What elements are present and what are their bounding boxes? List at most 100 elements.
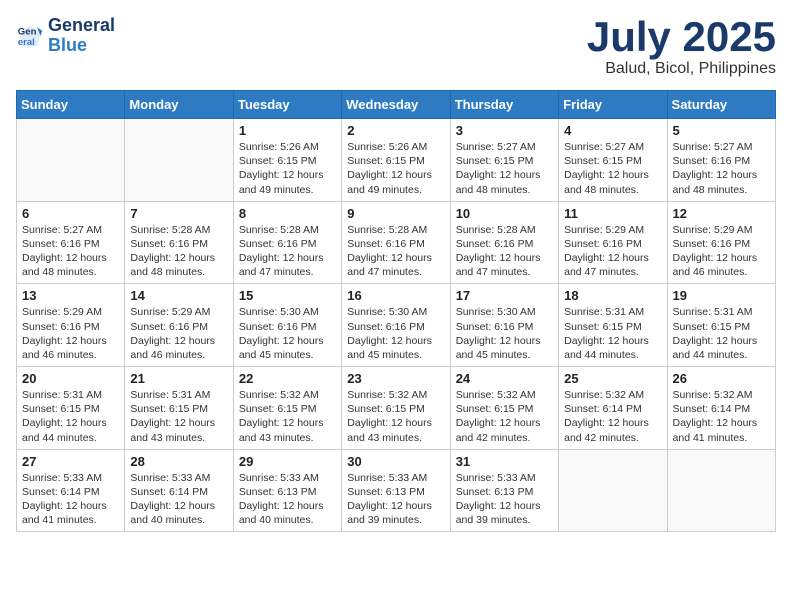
calendar-subtitle: Balud, Bicol, Philippines: [587, 60, 776, 78]
day-info: Sunrise: 5:32 AM Sunset: 6:15 PM Dayligh…: [456, 388, 553, 445]
day-info: Sunrise: 5:29 AM Sunset: 6:16 PM Dayligh…: [22, 305, 119, 362]
day-info: Sunrise: 5:29 AM Sunset: 6:16 PM Dayligh…: [673, 223, 770, 280]
calendar-table: SundayMondayTuesdayWednesdayThursdayFrid…: [16, 90, 776, 532]
day-info: Sunrise: 5:28 AM Sunset: 6:16 PM Dayligh…: [347, 223, 444, 280]
calendar-week-row: 27 Sunrise: 5:33 AM Sunset: 6:14 PM Dayli…: [17, 449, 776, 532]
day-number: 29: [239, 454, 336, 469]
day-number: 30: [347, 454, 444, 469]
calendar-cell: 23 Sunrise: 5:32 AM Sunset: 6:15 PM Dayli…: [342, 367, 450, 450]
calendar-cell: 11 Sunrise: 5:29 AM Sunset: 6:16 PM Dayli…: [559, 201, 667, 284]
calendar-week-row: 20 Sunrise: 5:31 AM Sunset: 6:15 PM Dayli…: [17, 367, 776, 450]
weekday-header-thursday: Thursday: [450, 91, 558, 119]
day-number: 8: [239, 206, 336, 221]
svg-text:Gen: Gen: [18, 26, 37, 37]
day-info: Sunrise: 5:28 AM Sunset: 6:16 PM Dayligh…: [456, 223, 553, 280]
title-block: July 2025 Balud, Bicol, Philippines: [587, 16, 776, 78]
day-info: Sunrise: 5:33 AM Sunset: 6:13 PM Dayligh…: [347, 471, 444, 528]
day-info: Sunrise: 5:31 AM Sunset: 6:15 PM Dayligh…: [673, 305, 770, 362]
page-header: Gen eral General Blue July 2025 Balud, B…: [16, 16, 776, 78]
day-number: 13: [22, 288, 119, 303]
day-number: 2: [347, 123, 444, 138]
day-number: 4: [564, 123, 661, 138]
day-number: 14: [130, 288, 227, 303]
day-number: 17: [456, 288, 553, 303]
day-number: 31: [456, 454, 553, 469]
day-number: 23: [347, 371, 444, 386]
day-number: 24: [456, 371, 553, 386]
day-number: 21: [130, 371, 227, 386]
day-number: 5: [673, 123, 770, 138]
day-info: Sunrise: 5:27 AM Sunset: 6:16 PM Dayligh…: [22, 223, 119, 280]
day-number: 10: [456, 206, 553, 221]
day-number: 19: [673, 288, 770, 303]
calendar-cell: 5 Sunrise: 5:27 AM Sunset: 6:16 PM Daylig…: [667, 119, 775, 202]
calendar-cell: 3 Sunrise: 5:27 AM Sunset: 6:15 PM Daylig…: [450, 119, 558, 202]
weekday-header-tuesday: Tuesday: [233, 91, 341, 119]
day-number: 9: [347, 206, 444, 221]
day-info: Sunrise: 5:30 AM Sunset: 6:16 PM Dayligh…: [456, 305, 553, 362]
calendar-cell: 7 Sunrise: 5:28 AM Sunset: 6:16 PM Daylig…: [125, 201, 233, 284]
calendar-cell: 9 Sunrise: 5:28 AM Sunset: 6:16 PM Daylig…: [342, 201, 450, 284]
day-info: Sunrise: 5:28 AM Sunset: 6:16 PM Dayligh…: [130, 223, 227, 280]
calendar-cell: 4 Sunrise: 5:27 AM Sunset: 6:15 PM Daylig…: [559, 119, 667, 202]
day-info: Sunrise: 5:31 AM Sunset: 6:15 PM Dayligh…: [130, 388, 227, 445]
calendar-cell: 27 Sunrise: 5:33 AM Sunset: 6:14 PM Dayli…: [17, 449, 125, 532]
day-number: 20: [22, 371, 119, 386]
calendar-cell: 26 Sunrise: 5:32 AM Sunset: 6:14 PM Dayli…: [667, 367, 775, 450]
calendar-cell: 12 Sunrise: 5:29 AM Sunset: 6:16 PM Dayli…: [667, 201, 775, 284]
day-info: Sunrise: 5:29 AM Sunset: 6:16 PM Dayligh…: [564, 223, 661, 280]
logo: Gen eral General Blue: [16, 16, 115, 56]
day-info: Sunrise: 5:31 AM Sunset: 6:15 PM Dayligh…: [564, 305, 661, 362]
day-info: Sunrise: 5:32 AM Sunset: 6:15 PM Dayligh…: [347, 388, 444, 445]
calendar-cell: 17 Sunrise: 5:30 AM Sunset: 6:16 PM Dayli…: [450, 284, 558, 367]
day-number: 15: [239, 288, 336, 303]
calendar-cell: [17, 119, 125, 202]
day-number: 27: [22, 454, 119, 469]
day-number: 3: [456, 123, 553, 138]
svg-text:eral: eral: [18, 37, 35, 48]
calendar-cell: 13 Sunrise: 5:29 AM Sunset: 6:16 PM Dayli…: [17, 284, 125, 367]
day-info: Sunrise: 5:27 AM Sunset: 6:15 PM Dayligh…: [456, 140, 553, 197]
day-number: 22: [239, 371, 336, 386]
day-info: Sunrise: 5:27 AM Sunset: 6:15 PM Dayligh…: [564, 140, 661, 197]
weekday-header-wednesday: Wednesday: [342, 91, 450, 119]
day-number: 11: [564, 206, 661, 221]
weekday-header-monday: Monday: [125, 91, 233, 119]
day-info: Sunrise: 5:33 AM Sunset: 6:13 PM Dayligh…: [239, 471, 336, 528]
logo-name: General Blue: [48, 16, 115, 56]
day-info: Sunrise: 5:27 AM Sunset: 6:16 PM Dayligh…: [673, 140, 770, 197]
calendar-cell: 19 Sunrise: 5:31 AM Sunset: 6:15 PM Dayli…: [667, 284, 775, 367]
day-number: 6: [22, 206, 119, 221]
day-info: Sunrise: 5:28 AM Sunset: 6:16 PM Dayligh…: [239, 223, 336, 280]
calendar-cell: 31 Sunrise: 5:33 AM Sunset: 6:13 PM Dayli…: [450, 449, 558, 532]
logo-icon: Gen eral: [16, 22, 44, 50]
calendar-cell: 8 Sunrise: 5:28 AM Sunset: 6:16 PM Daylig…: [233, 201, 341, 284]
day-info: Sunrise: 5:33 AM Sunset: 6:13 PM Dayligh…: [456, 471, 553, 528]
day-info: Sunrise: 5:30 AM Sunset: 6:16 PM Dayligh…: [347, 305, 444, 362]
day-info: Sunrise: 5:26 AM Sunset: 6:15 PM Dayligh…: [347, 140, 444, 197]
day-info: Sunrise: 5:32 AM Sunset: 6:14 PM Dayligh…: [673, 388, 770, 445]
day-number: 7: [130, 206, 227, 221]
calendar-cell: 21 Sunrise: 5:31 AM Sunset: 6:15 PM Dayli…: [125, 367, 233, 450]
day-number: 12: [673, 206, 770, 221]
calendar-cell: 2 Sunrise: 5:26 AM Sunset: 6:15 PM Daylig…: [342, 119, 450, 202]
day-info: Sunrise: 5:32 AM Sunset: 6:14 PM Dayligh…: [564, 388, 661, 445]
calendar-cell: 18 Sunrise: 5:31 AM Sunset: 6:15 PM Dayli…: [559, 284, 667, 367]
day-number: 18: [564, 288, 661, 303]
weekday-header-sunday: Sunday: [17, 91, 125, 119]
weekday-header-row: SundayMondayTuesdayWednesdayThursdayFrid…: [17, 91, 776, 119]
day-info: Sunrise: 5:33 AM Sunset: 6:14 PM Dayligh…: [22, 471, 119, 528]
day-info: Sunrise: 5:33 AM Sunset: 6:14 PM Dayligh…: [130, 471, 227, 528]
calendar-cell: 15 Sunrise: 5:30 AM Sunset: 6:16 PM Dayli…: [233, 284, 341, 367]
calendar-cell: [125, 119, 233, 202]
day-info: Sunrise: 5:29 AM Sunset: 6:16 PM Dayligh…: [130, 305, 227, 362]
day-number: 25: [564, 371, 661, 386]
day-info: Sunrise: 5:31 AM Sunset: 6:15 PM Dayligh…: [22, 388, 119, 445]
calendar-cell: 24 Sunrise: 5:32 AM Sunset: 6:15 PM Dayli…: [450, 367, 558, 450]
calendar-week-row: 6 Sunrise: 5:27 AM Sunset: 6:16 PM Daylig…: [17, 201, 776, 284]
calendar-week-row: 1 Sunrise: 5:26 AM Sunset: 6:15 PM Daylig…: [17, 119, 776, 202]
calendar-cell: 1Sunrise: 5:26 AM Sunset: 6:15 PM Daylig…: [233, 119, 341, 202]
day-number: 1: [239, 123, 336, 138]
day-number: 26: [673, 371, 770, 386]
day-info: Sunrise: 5:30 AM Sunset: 6:16 PM Dayligh…: [239, 305, 336, 362]
